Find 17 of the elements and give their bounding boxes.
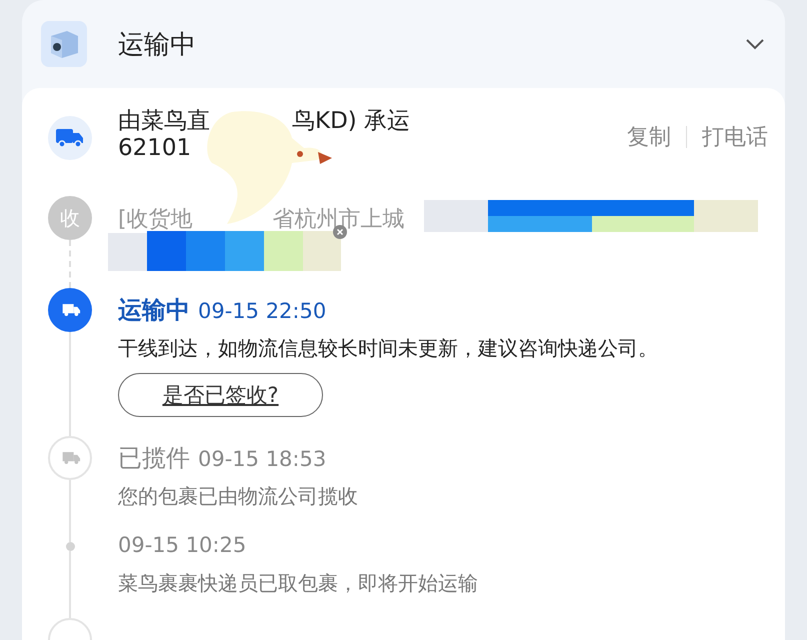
event-time: 09-15 10:25 [118, 532, 246, 559]
address-text: 省杭州市上城 [272, 207, 405, 232]
event-status: 已揽件 [118, 443, 190, 474]
tracking-number: 62101 [118, 135, 192, 161]
event-detail: 您的包裹已由物流公司揽收 [118, 483, 359, 510]
call-link[interactable]: 打电话 [702, 122, 768, 152]
event-time: 09-15 22:50 [198, 298, 326, 325]
signed-question-button[interactable]: 是否已签收? [118, 373, 323, 417]
event-time: 09-15 18:53 [198, 446, 326, 473]
carrier-text: 鸟KD) 承运 [292, 108, 410, 134]
copy-link[interactable]: 复制 [627, 122, 671, 152]
event-status: 运输中 [118, 295, 190, 326]
address-text: [收货地 [118, 207, 193, 232]
event-detail: 菜鸟裹裹快递员已取包裹，即将开始运输 [118, 570, 479, 597]
event-detail: 干线到达，如物流信息较长时间未更新，建议咨询快递公司。 [118, 335, 659, 362]
status-title: 运输中 [118, 28, 197, 62]
carrier-text: 由菜鸟直 [118, 108, 210, 134]
